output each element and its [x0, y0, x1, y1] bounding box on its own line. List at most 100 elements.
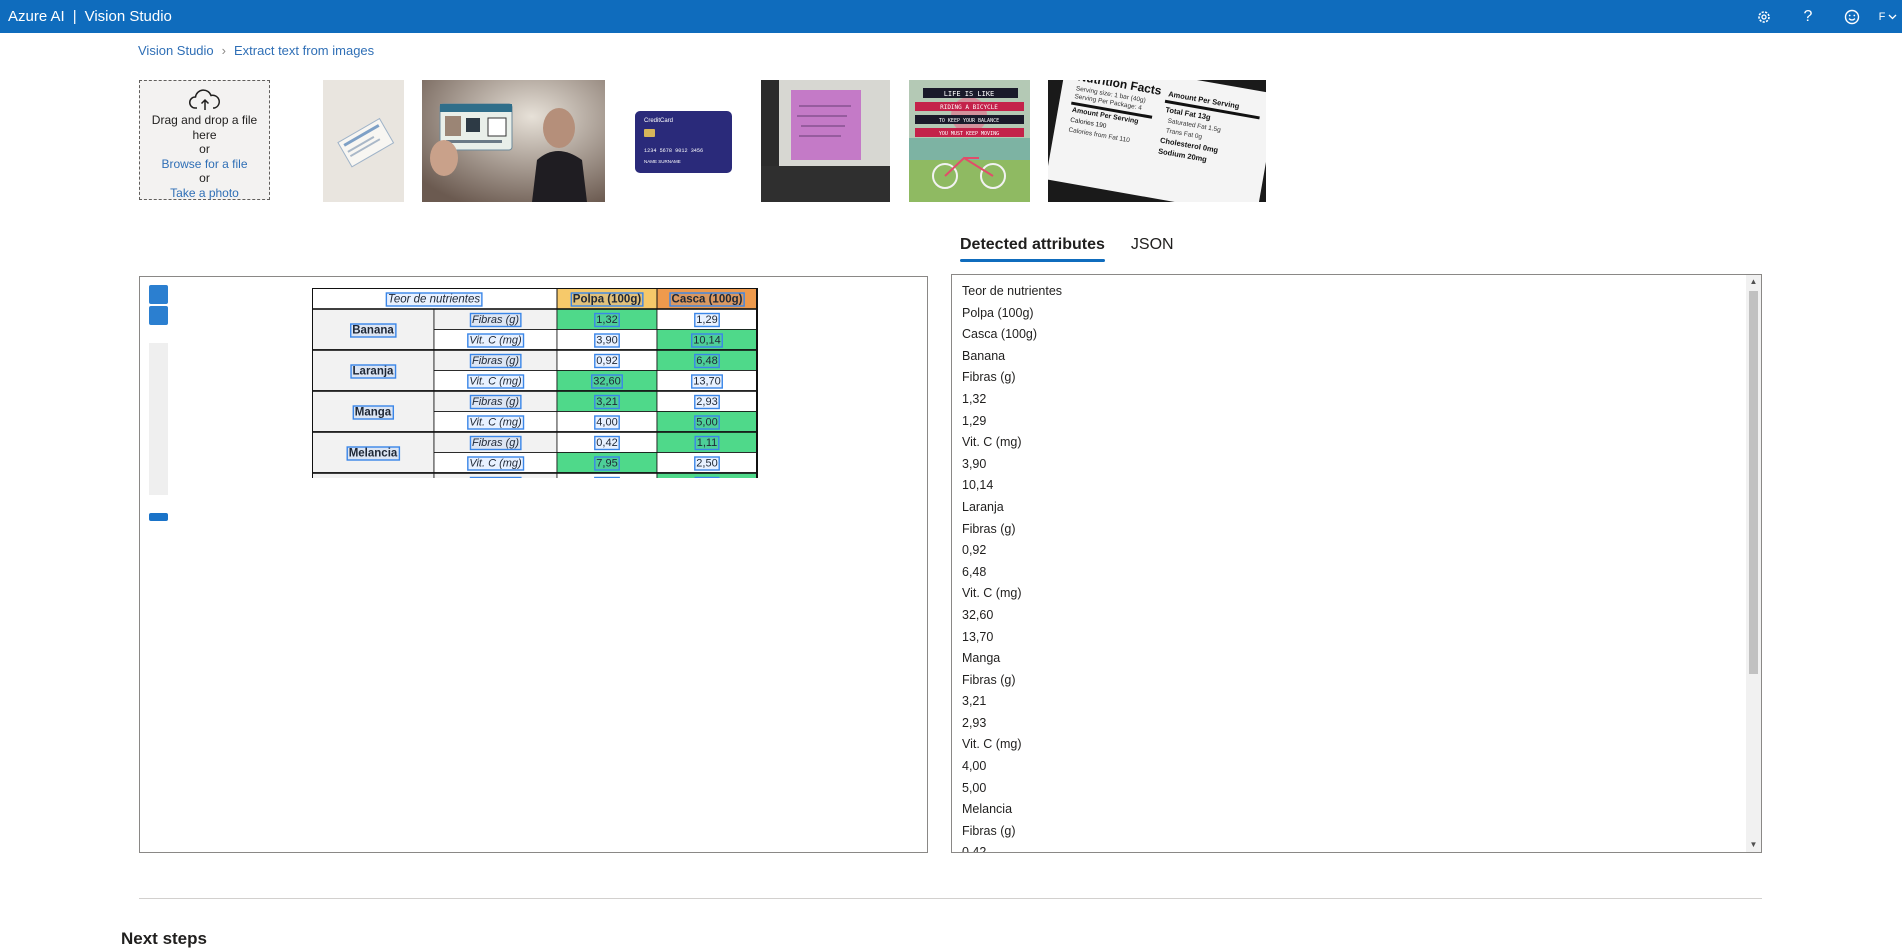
ocr-bounding-box[interactable]: [694, 312, 720, 328]
ocr-bounding-box[interactable]: [594, 394, 620, 410]
attribute-item: 5,00: [962, 780, 987, 795]
quote-line-4: YOU MUST KEEP MOVING: [939, 131, 999, 137]
ocr-bounding-box[interactable]: [694, 353, 720, 369]
app-brand[interactable]: Azure AI | Vision Studio: [8, 8, 172, 25]
ocr-bounding-box[interactable]: [669, 292, 745, 307]
file-drop-zone[interactable]: Drag and drop a file here or Browse for …: [139, 80, 270, 200]
ocr-bounding-box[interactable]: [352, 405, 395, 420]
take-photo-link[interactable]: Take a photo: [140, 186, 269, 201]
attribute-item: Fibras (g): [962, 521, 1016, 536]
drop-instruction: Drag and drop a file here: [151, 113, 258, 142]
attribute-item: Vit. C (mg): [962, 586, 1022, 601]
zoom-slider-handle[interactable]: [149, 513, 168, 521]
ocr-bounding-box[interactable]: [594, 312, 620, 328]
ocr-bounding-box[interactable]: [570, 292, 644, 307]
chevron-down-icon: [1888, 14, 1897, 20]
ocr-bounding-box[interactable]: [469, 312, 522, 328]
breadcrumb-root-link[interactable]: Vision Studio: [138, 43, 214, 58]
scroll-down-icon[interactable]: ▼: [1746, 838, 1761, 852]
zoom-slider-track[interactable]: [149, 343, 168, 495]
ocr-bounding-box[interactable]: [591, 374, 623, 389]
sample-image-social-security-card[interactable]: [323, 80, 404, 202]
attribute-item: 0,92: [962, 543, 987, 558]
ocr-bounding-box[interactable]: [467, 333, 525, 348]
ocr-bounding-box[interactable]: [694, 394, 720, 410]
attribute-item: 2,93: [962, 715, 987, 730]
section-divider: [139, 898, 1762, 899]
breadcrumb: Vision Studio › Extract text from images: [138, 43, 374, 58]
attribute-item: Fibras (g): [962, 370, 1016, 385]
ocr-bounding-box[interactable]: [467, 415, 525, 430]
ocr-bounding-box[interactable]: [469, 394, 522, 410]
avatar: F: [1878, 10, 1886, 23]
ocr-bounding-box[interactable]: [694, 456, 720, 471]
credit-card-number: 1234 5678 9012 3456: [644, 148, 703, 154]
attribute-item: Fibras (g): [962, 823, 1016, 838]
sample-image-bicycle-quote[interactable]: LIFE IS LIKE RIDING A BICYCLE TO KEEP YO…: [909, 80, 1030, 202]
or-text: or: [199, 142, 210, 156]
scroll-up-icon[interactable]: ▲: [1746, 275, 1761, 289]
help-icon: ?: [1803, 7, 1813, 25]
sample-image-credit-card[interactable]: CreditCard 1234 5678 9012 3456 NAME SURN…: [623, 80, 742, 202]
ocr-result-image: Teor de nutrientesPolpa (100g)Casca (100…: [312, 288, 758, 478]
ocr-bounding-box[interactable]: [469, 353, 522, 369]
gear-icon: [1758, 10, 1770, 23]
attribute-item: Laranja: [962, 499, 1004, 514]
or-text: or: [199, 171, 210, 185]
ocr-bounding-box[interactable]: [594, 435, 620, 451]
ocr-bounding-box[interactable]: [467, 374, 525, 389]
attribute-item: 3,21: [962, 694, 987, 709]
ocr-bounding-box[interactable]: [691, 333, 723, 348]
attribute-item: 32,60: [962, 607, 994, 622]
attribute-item: Fibras (g): [962, 672, 1016, 687]
ocr-bounding-box[interactable]: [350, 364, 397, 379]
ocr-bounding-box[interactable]: [694, 415, 720, 430]
attribute-item: Casca (100g): [962, 327, 1038, 342]
attribute-item: Vit. C (mg): [962, 435, 1022, 450]
ocr-bounding-box[interactable]: [469, 476, 522, 479]
top-bar: Azure AI | Vision Studio ? F: [0, 0, 1902, 33]
ocr-bounding-box[interactable]: [594, 333, 620, 348]
attribute-item: 6,48: [962, 564, 987, 579]
ocr-bounding-box[interactable]: [350, 323, 397, 338]
quote-line-2: RIDING A BICYCLE: [940, 104, 998, 111]
attributes-scrollbar[interactable]: ▲ ▼: [1746, 275, 1761, 852]
product-name: Azure AI: [8, 8, 65, 25]
sample-image-nutrition-facts[interactable]: Nutrition Facts Serving size: 1 bar (40g…: [1048, 80, 1266, 202]
tab-detected-attributes[interactable]: Detected attributes: [960, 232, 1105, 262]
credit-card-name: NAME SURNAME: [644, 159, 681, 164]
ocr-bounding-box[interactable]: [467, 456, 525, 471]
account-button[interactable]: F: [1874, 0, 1902, 33]
detected-attributes-panel[interactable]: Teor de nutrientes Polpa (100g) Casca (100…: [951, 274, 1762, 853]
ocr-bounding-box[interactable]: [385, 292, 483, 307]
browse-file-link[interactable]: Browse for a file: [140, 157, 269, 172]
scrollbar-thumb[interactable]: [1749, 291, 1758, 674]
tab-json[interactable]: JSON: [1131, 232, 1174, 262]
ocr-bounding-box[interactable]: [691, 374, 723, 389]
ocr-bounding-box[interactable]: [594, 415, 620, 430]
attribute-item: Banana: [962, 348, 1006, 363]
attribute-item: 13,70: [962, 629, 994, 644]
ocr-bounding-box[interactable]: [469, 435, 522, 451]
sample-image-sticky-note[interactable]: [761, 80, 890, 202]
zoom-in-button[interactable]: [149, 285, 168, 304]
upload-icon: [140, 89, 269, 113]
ocr-bounding-box[interactable]: [594, 456, 620, 471]
ocr-bounding-box[interactable]: [346, 446, 401, 461]
image-preview-panel: Teor de nutrientesPolpa (100g)Casca (100…: [139, 276, 928, 853]
zoom-out-button[interactable]: [149, 306, 168, 325]
ocr-bounding-box[interactable]: [594, 476, 620, 479]
breadcrumb-current[interactable]: Extract text from images: [234, 43, 374, 58]
sample-image-id-card[interactable]: [422, 80, 605, 202]
ocr-bounding-box[interactable]: [694, 476, 720, 479]
quote-line-1: LIFE IS LIKE: [944, 90, 995, 98]
result-tabs: Detected attributes JSON: [960, 232, 1200, 262]
credit-card-brand: CreditCard: [644, 118, 673, 124]
feedback-button[interactable]: [1830, 0, 1874, 33]
settings-button[interactable]: [1742, 0, 1786, 33]
attribute-item: 10,14: [962, 478, 994, 493]
ocr-bounding-box[interactable]: [594, 353, 620, 369]
help-button[interactable]: ?: [1786, 0, 1830, 33]
feedback-icon: [1844, 9, 1860, 24]
ocr-bounding-box[interactable]: [694, 435, 720, 451]
